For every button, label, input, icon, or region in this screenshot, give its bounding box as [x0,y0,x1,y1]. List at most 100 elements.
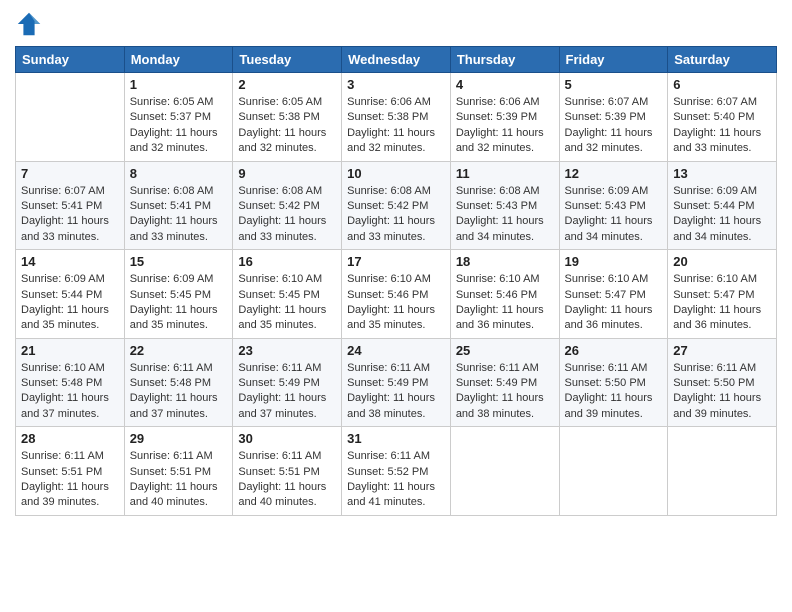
day-number: 17 [347,254,445,269]
day-number: 27 [673,343,771,358]
calendar-cell: 7Sunrise: 6:07 AM Sunset: 5:41 PM Daylig… [16,161,125,250]
day-info: Sunrise: 6:11 AM Sunset: 5:50 PM Dayligh… [673,361,771,423]
day-number: 6 [673,77,771,92]
calendar-cell: 18 Sunrise: 6:10 AM Sunset: 5:46 PM Dayli… [450,250,559,339]
calendar-cell: 27 Sunrise: 6:11 AM Sunset: 5:50 PM Dayli… [668,338,777,427]
calendar-header-row: SundayMondayTuesdayWednesdayThursdayFrid… [16,47,777,73]
logo [15,10,47,38]
page-header [15,10,777,38]
day-info: Sunrise: 6:11 AM Sunset: 5:49 PM Dayligh… [456,361,554,423]
day-number: 24 [347,343,445,358]
day-number: 18 [456,254,554,269]
calendar-week-row: 28Sunrise: 6:11 AM Sunset: 5:51 PM Dayli… [16,427,777,516]
day-number: 21 [21,343,119,358]
day-info: Sunrise: 6:11 AM Sunset: 5:50 PM Dayligh… [565,361,663,423]
day-number: 20 [673,254,771,269]
day-number: 1 [130,77,228,92]
day-info: Sunrise: 6:10 AM Sunset: 5:46 PM Dayligh… [347,272,445,334]
day-number: 7 [21,166,119,181]
calendar-cell: 29 Sunrise: 6:11 AM Sunset: 5:51 PM Dayli… [124,427,233,516]
calendar-week-row: 1 Sunrise: 6:05 AM Sunset: 5:37 PM Daylig… [16,73,777,162]
day-info: Sunrise: 6:06 AM Sunset: 5:39 PM Dayligh… [456,95,554,157]
day-number: 5 [565,77,663,92]
calendar-week-row: 21 Sunrise: 6:10 AM Sunset: 5:48 PM Dayli… [16,338,777,427]
day-number: 31 [347,431,445,446]
calendar-cell: 26 Sunrise: 6:11 AM Sunset: 5:50 PM Dayli… [559,338,668,427]
day-number: 23 [238,343,336,358]
day-info: Sunrise: 6:08 AM Sunset: 5:43 PM Dayligh… [456,184,554,246]
day-info: Sunrise: 6:10 AM Sunset: 5:47 PM Dayligh… [673,272,771,334]
day-number: 9 [238,166,336,181]
day-info: Sunrise: 6:08 AM Sunset: 5:42 PM Dayligh… [347,184,445,246]
day-number: 13 [673,166,771,181]
calendar-week-row: 14Sunrise: 6:09 AM Sunset: 5:44 PM Dayli… [16,250,777,339]
calendar-cell: 13 Sunrise: 6:09 AM Sunset: 5:44 PM Dayli… [668,161,777,250]
calendar-cell: 23 Sunrise: 6:11 AM Sunset: 5:49 PM Dayli… [233,338,342,427]
calendar-cell: 22 Sunrise: 6:11 AM Sunset: 5:48 PM Dayli… [124,338,233,427]
day-info: Sunrise: 6:11 AM Sunset: 5:51 PM Dayligh… [21,449,119,511]
day-info: Sunrise: 6:10 AM Sunset: 5:48 PM Dayligh… [21,361,119,423]
day-info: Sunrise: 6:07 AM Sunset: 5:39 PM Dayligh… [565,95,663,157]
day-number: 26 [565,343,663,358]
calendar-cell: 30Sunrise: 6:11 AM Sunset: 5:51 PM Dayli… [233,427,342,516]
calendar-cell: 15 Sunrise: 6:09 AM Sunset: 5:45 PM Dayli… [124,250,233,339]
calendar-cell: 12 Sunrise: 6:09 AM Sunset: 5:43 PM Dayli… [559,161,668,250]
day-number: 22 [130,343,228,358]
calendar-cell: 4 Sunrise: 6:06 AM Sunset: 5:39 PM Daylig… [450,73,559,162]
day-number: 10 [347,166,445,181]
day-info: Sunrise: 6:09 AM Sunset: 5:45 PM Dayligh… [130,272,228,334]
calendar-cell [559,427,668,516]
day-info: Sunrise: 6:09 AM Sunset: 5:43 PM Dayligh… [565,184,663,246]
weekday-header: Saturday [668,47,777,73]
weekday-header: Sunday [16,47,125,73]
day-number: 16 [238,254,336,269]
day-info: Sunrise: 6:07 AM Sunset: 5:40 PM Dayligh… [673,95,771,157]
calendar-cell: 31 Sunrise: 6:11 AM Sunset: 5:52 PM Dayli… [342,427,451,516]
day-info: Sunrise: 6:09 AM Sunset: 5:44 PM Dayligh… [673,184,771,246]
calendar-cell: 24Sunrise: 6:11 AM Sunset: 5:49 PM Dayli… [342,338,451,427]
day-info: Sunrise: 6:05 AM Sunset: 5:37 PM Dayligh… [130,95,228,157]
day-number: 25 [456,343,554,358]
day-number: 19 [565,254,663,269]
weekday-header: Monday [124,47,233,73]
day-info: Sunrise: 6:10 AM Sunset: 5:47 PM Dayligh… [565,272,663,334]
day-number: 8 [130,166,228,181]
day-info: Sunrise: 6:11 AM Sunset: 5:52 PM Dayligh… [347,449,445,511]
day-info: Sunrise: 6:11 AM Sunset: 5:48 PM Dayligh… [130,361,228,423]
day-number: 4 [456,77,554,92]
calendar-cell: 25 Sunrise: 6:11 AM Sunset: 5:49 PM Dayli… [450,338,559,427]
day-number: 30 [238,431,336,446]
day-info: Sunrise: 6:11 AM Sunset: 5:51 PM Dayligh… [130,449,228,511]
calendar-cell: 28Sunrise: 6:11 AM Sunset: 5:51 PM Dayli… [16,427,125,516]
calendar-cell: 6 Sunrise: 6:07 AM Sunset: 5:40 PM Daylig… [668,73,777,162]
calendar-cell: 20 Sunrise: 6:10 AM Sunset: 5:47 PM Dayli… [668,250,777,339]
day-info: Sunrise: 6:10 AM Sunset: 5:46 PM Dayligh… [456,272,554,334]
day-number: 12 [565,166,663,181]
calendar-cell: 1 Sunrise: 6:05 AM Sunset: 5:37 PM Daylig… [124,73,233,162]
calendar-cell: 11 Sunrise: 6:08 AM Sunset: 5:43 PM Dayli… [450,161,559,250]
day-info: Sunrise: 6:06 AM Sunset: 5:38 PM Dayligh… [347,95,445,157]
calendar-cell: 19 Sunrise: 6:10 AM Sunset: 5:47 PM Dayli… [559,250,668,339]
calendar-cell: 10 Sunrise: 6:08 AM Sunset: 5:42 PM Dayli… [342,161,451,250]
calendar-cell: 2Sunrise: 6:05 AM Sunset: 5:38 PM Daylig… [233,73,342,162]
day-info: Sunrise: 6:09 AM Sunset: 5:44 PM Dayligh… [21,272,119,334]
calendar-cell: 16 Sunrise: 6:10 AM Sunset: 5:45 PM Dayli… [233,250,342,339]
weekday-header: Wednesday [342,47,451,73]
day-number: 29 [130,431,228,446]
calendar-cell [16,73,125,162]
logo-icon [15,10,43,38]
day-number: 11 [456,166,554,181]
day-number: 15 [130,254,228,269]
day-info: Sunrise: 6:11 AM Sunset: 5:49 PM Dayligh… [238,361,336,423]
calendar-cell: 8Sunrise: 6:08 AM Sunset: 5:41 PM Daylig… [124,161,233,250]
calendar-week-row: 7Sunrise: 6:07 AM Sunset: 5:41 PM Daylig… [16,161,777,250]
calendar-cell: 14Sunrise: 6:09 AM Sunset: 5:44 PM Dayli… [16,250,125,339]
weekday-header: Tuesday [233,47,342,73]
day-info: Sunrise: 6:08 AM Sunset: 5:42 PM Dayligh… [238,184,336,246]
calendar-cell: 21 Sunrise: 6:10 AM Sunset: 5:48 PM Dayli… [16,338,125,427]
calendar-cell: 9 Sunrise: 6:08 AM Sunset: 5:42 PM Daylig… [233,161,342,250]
day-info: Sunrise: 6:10 AM Sunset: 5:45 PM Dayligh… [238,272,336,334]
calendar-table: SundayMondayTuesdayWednesdayThursdayFrid… [15,46,777,516]
day-info: Sunrise: 6:05 AM Sunset: 5:38 PM Dayligh… [238,95,336,157]
calendar-cell: 5 Sunrise: 6:07 AM Sunset: 5:39 PM Daylig… [559,73,668,162]
